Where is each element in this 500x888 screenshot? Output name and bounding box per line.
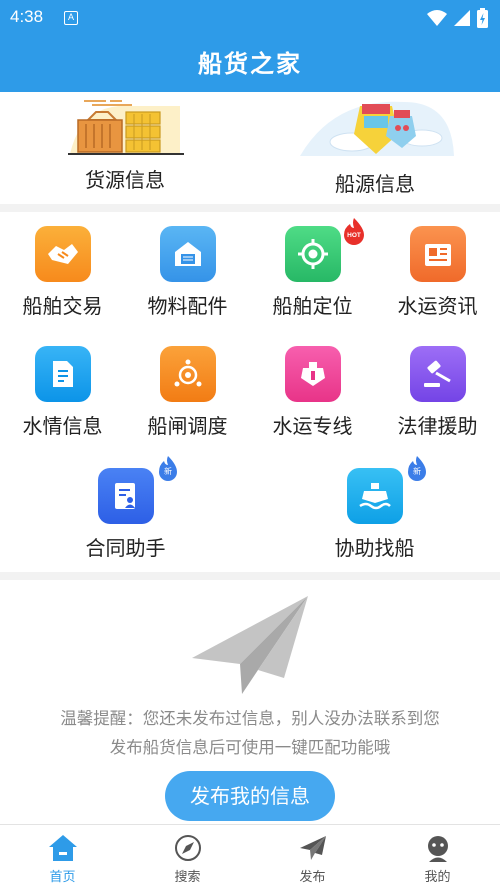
profile-icon bbox=[428, 836, 448, 862]
grid-item-ship-trading[interactable]: 船舶交易 bbox=[0, 212, 125, 322]
grid-label: 合同助手 bbox=[85, 536, 166, 560]
notice-line-2: 发布船货信息后可使用一键匹配功能哦 bbox=[109, 738, 391, 757]
notification-a-icon: A bbox=[64, 11, 78, 25]
nav-profile[interactable]: 我的 bbox=[375, 825, 500, 888]
ship-route-icon bbox=[285, 346, 341, 402]
grid-item-legal-aid[interactable]: 法律援助 bbox=[375, 332, 500, 442]
cargo-source-card[interactable]: 货源信息 bbox=[0, 92, 250, 204]
new-badge-label: 新 bbox=[164, 467, 172, 476]
grid-label: 船舶交易 bbox=[22, 294, 103, 318]
new-badge-label: 新 bbox=[413, 467, 421, 476]
bottom-nav: 首页 搜索 发布 我的 bbox=[0, 824, 500, 888]
contract-icon bbox=[98, 468, 154, 524]
notice-text: 温馨提醒：您还未发布过信息，别人没办法联系到您 发布船货信息后可使用一键匹配功能… bbox=[20, 704, 480, 762]
nav-label: 首页 bbox=[49, 870, 76, 885]
grid-item-ship-locate[interactable]: HOT 船舶定位 bbox=[250, 212, 375, 322]
grid-label: 法律援助 bbox=[397, 414, 478, 438]
gavel-icon bbox=[410, 346, 466, 402]
battery-icon bbox=[477, 8, 488, 28]
nav-label: 发布 bbox=[299, 870, 326, 885]
page-title: 船货之家 bbox=[198, 50, 302, 78]
status-bar: 4:38 A bbox=[0, 0, 500, 36]
cargo-containers-icon bbox=[68, 100, 184, 155]
news-icon bbox=[410, 226, 466, 282]
app-header: 船货之家 bbox=[0, 36, 500, 92]
grid-item-shipping-route[interactable]: 水运专线 bbox=[250, 332, 375, 442]
ship-clouds-icon bbox=[300, 101, 454, 156]
grid-label: 水情信息 bbox=[22, 414, 103, 438]
notice-line-1: 温馨提醒：您还未发布过信息，别人没办法联系到您 bbox=[60, 709, 440, 728]
nav-home[interactable]: 首页 bbox=[0, 825, 125, 888]
grid-label: 船舶定位 bbox=[272, 294, 353, 318]
document-icon bbox=[35, 346, 91, 402]
grid-label: 协助找船 bbox=[334, 536, 415, 560]
cargo-source-label: 货源信息 bbox=[85, 168, 165, 192]
wifi-icon bbox=[427, 10, 447, 26]
grid-label: 水运专线 bbox=[272, 414, 353, 438]
warehouse-icon bbox=[160, 226, 216, 282]
compass-icon bbox=[175, 835, 201, 861]
grid-label: 水运资讯 bbox=[397, 294, 478, 318]
status-icons bbox=[427, 8, 488, 28]
publish-my-info-button[interactable]: 发布我的信息 bbox=[165, 771, 335, 821]
paper-plane-icon bbox=[192, 596, 308, 694]
grid-item-materials[interactable]: 物料配件 bbox=[125, 212, 250, 322]
nav-label: 搜索 bbox=[174, 870, 201, 885]
home-icon bbox=[49, 835, 77, 861]
top-cards: 货源信息 船源信息 bbox=[0, 92, 500, 204]
nav-label: 我的 bbox=[424, 870, 451, 885]
ship-icon bbox=[347, 468, 403, 524]
empty-state-notice: 温馨提醒：您还未发布过信息，别人没办法联系到您 发布船货信息后可使用一键匹配功能… bbox=[0, 580, 500, 824]
feature-grid: 船舶交易 物料配件 HOT 船舶定位 水运资讯 水情信息 船闸调度 水运专线 法… bbox=[0, 212, 500, 572]
status-time: 4:38 bbox=[10, 7, 44, 26]
dispatch-icon bbox=[160, 346, 216, 402]
grid-item-water-info[interactable]: 水情信息 bbox=[0, 332, 125, 442]
send-icon bbox=[300, 836, 326, 860]
ship-source-card[interactable]: 船源信息 bbox=[250, 92, 500, 204]
grid-label: 物料配件 bbox=[147, 294, 228, 318]
nav-publish[interactable]: 发布 bbox=[250, 825, 375, 888]
grid-item-contract-assistant[interactable]: 新 合同助手 bbox=[63, 454, 188, 564]
handshake-icon bbox=[35, 226, 91, 282]
nav-search[interactable]: 搜索 bbox=[125, 825, 250, 888]
locate-icon bbox=[285, 226, 341, 282]
hot-badge-label: HOT bbox=[347, 232, 361, 239]
ship-source-label: 船源信息 bbox=[335, 172, 415, 196]
signal-icon bbox=[454, 10, 470, 26]
grid-label: 船闸调度 bbox=[147, 414, 228, 438]
grid-item-lock-dispatch[interactable]: 船闸调度 bbox=[125, 332, 250, 442]
grid-item-shipping-news[interactable]: 水运资讯 bbox=[375, 212, 500, 322]
grid-item-find-ship[interactable]: 新 协助找船 bbox=[312, 454, 437, 564]
